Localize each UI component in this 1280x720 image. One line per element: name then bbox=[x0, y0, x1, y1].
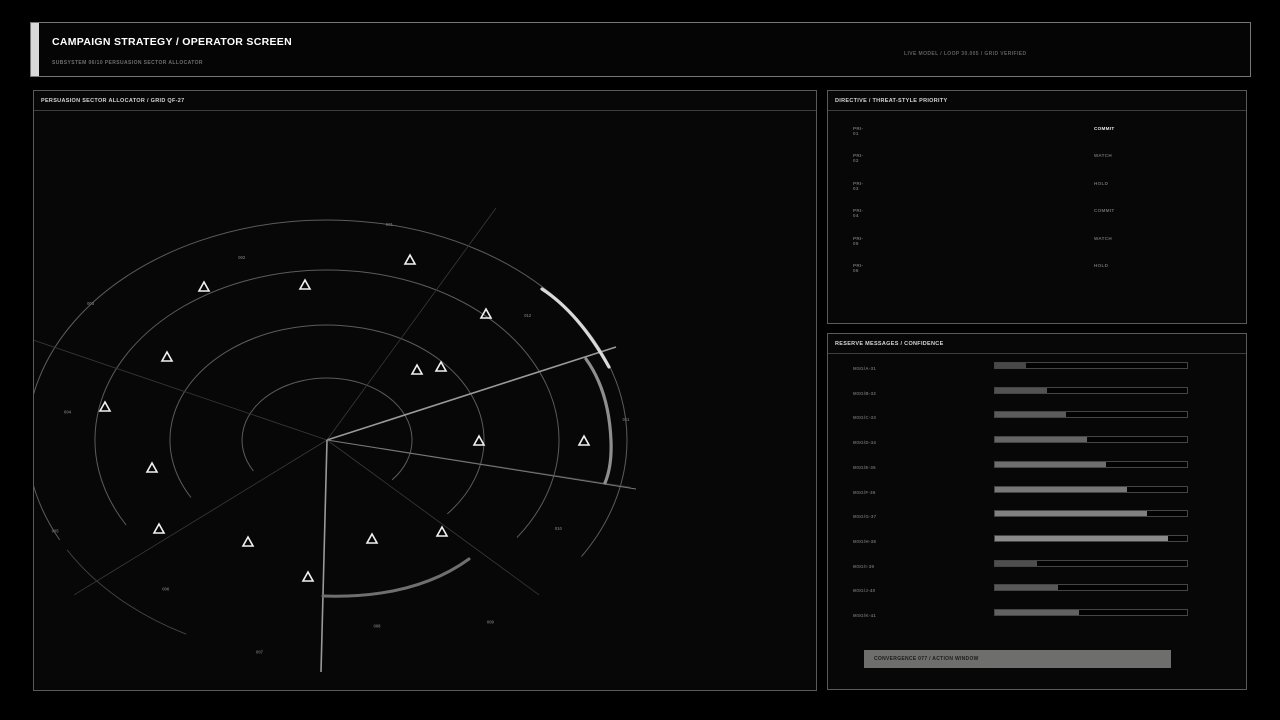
triangle-marker-icon bbox=[160, 350, 174, 362]
sector-label: 004 bbox=[64, 409, 72, 414]
sector-label: 006 bbox=[162, 587, 170, 592]
convergence-action-button[interactable]: CONVERGENCE 077 / ACTION WINDOW bbox=[864, 650, 1171, 668]
sector-label: 002 bbox=[238, 255, 246, 260]
convergence-label: CONVERGENCE 077 / ACTION WINDOW bbox=[874, 656, 979, 662]
message-label: MSG/J-40 bbox=[853, 588, 876, 594]
triangle-marker-icon bbox=[435, 525, 449, 537]
allocation-arc-secondary bbox=[584, 357, 613, 485]
confidence-track bbox=[994, 386, 1188, 394]
directive-row-state: HOLD bbox=[1094, 263, 1109, 268]
triangle-marker-icon bbox=[365, 532, 379, 544]
sector-label: 010 bbox=[555, 526, 563, 531]
directive-row-state: WATCH bbox=[1094, 153, 1112, 159]
triangle-marker-icon bbox=[197, 280, 211, 292]
confidence-track bbox=[994, 436, 1188, 444]
triangle-marker-icon bbox=[98, 400, 112, 412]
message-label: MSG/E-35 bbox=[853, 464, 876, 470]
directive-row-state: COMMIT bbox=[1094, 126, 1115, 131]
header-accent-stripe bbox=[31, 23, 39, 76]
message-label: MSG/G-37 bbox=[853, 514, 877, 520]
message-label: MSG/A-31 bbox=[853, 366, 877, 371]
message-label: MSG/I-39 bbox=[853, 563, 875, 569]
confidence-fill bbox=[995, 535, 1168, 541]
triangle-marker-icon bbox=[410, 363, 424, 375]
confidence-track bbox=[994, 559, 1188, 567]
sector-boundary-line bbox=[320, 439, 328, 673]
confidence-fill bbox=[995, 585, 1059, 591]
directive-row-id: PRI-05 bbox=[853, 235, 864, 246]
page-title: CAMPAIGN STRATEGY / OPERATOR SCREEN bbox=[52, 36, 292, 48]
radar-radial-line bbox=[326, 207, 497, 441]
message-label: MSG/F-36 bbox=[853, 489, 876, 495]
triangle-marker-icon bbox=[152, 522, 166, 534]
radar-ring bbox=[169, 324, 485, 515]
sector-label: 005 bbox=[52, 529, 60, 534]
sector-label: 011 bbox=[623, 417, 630, 422]
radar-radial-line bbox=[34, 339, 328, 441]
triangle-marker-icon bbox=[241, 535, 255, 547]
directive-row-id: PRI-02 bbox=[853, 153, 864, 164]
page-subtitle: SUBSYSTEM 06/10 PERSUASION SECTOR ALLOCA… bbox=[52, 60, 203, 66]
triangle-marker-icon bbox=[472, 434, 486, 446]
sector-label: 001 bbox=[386, 222, 394, 227]
radar-ring bbox=[94, 269, 560, 538]
triangle-marker-icon bbox=[145, 461, 159, 473]
confidence-track bbox=[994, 485, 1188, 493]
directive-row-id: PRI-03 bbox=[853, 180, 864, 191]
allocation-arc-primary bbox=[540, 287, 611, 369]
directive-panel: DIRECTIVE / THREAT-STYLE PRIORITY PRI-01… bbox=[827, 90, 1247, 324]
confidence-fill bbox=[995, 610, 1080, 615]
confidence-fill bbox=[995, 486, 1128, 492]
sector-label: 012 bbox=[524, 313, 532, 318]
confidence-track bbox=[994, 460, 1188, 468]
directive-row-id: PRI-04 bbox=[853, 208, 864, 219]
panel-divider bbox=[828, 110, 1246, 111]
message-label: MSG/B-32 bbox=[853, 390, 877, 396]
directive-row-id: PRI-01 bbox=[853, 126, 864, 136]
directive-row-state: WATCH bbox=[1094, 235, 1112, 241]
sector-label: 008 bbox=[374, 624, 382, 629]
radar-radial-line bbox=[326, 439, 540, 596]
confidence-track bbox=[994, 510, 1188, 518]
confidence-fill bbox=[995, 560, 1038, 566]
triangle-marker-icon bbox=[301, 570, 315, 582]
confidence-track bbox=[994, 411, 1188, 419]
confidence-fill bbox=[995, 511, 1147, 517]
confidence-track bbox=[994, 584, 1188, 592]
confidence-track bbox=[994, 534, 1188, 542]
confidence-fill bbox=[995, 363, 1026, 368]
sector-boundary-line bbox=[326, 346, 617, 441]
allocation-arc-tertiary bbox=[321, 557, 471, 598]
triangle-marker-icon bbox=[403, 253, 417, 265]
reserve-panel-title: RESERVE MESSAGES / CONFIDENCE bbox=[835, 341, 944, 347]
triangle-marker-icon bbox=[577, 434, 591, 446]
radar-radial-line bbox=[73, 439, 328, 596]
confidence-track bbox=[994, 609, 1188, 616]
reserve-messages-panel: RESERVE MESSAGES / CONFIDENCE MSG/A-31 MS… bbox=[827, 333, 1247, 690]
message-label: MSG/D-34 bbox=[853, 440, 877, 446]
triangle-marker-icon bbox=[298, 278, 312, 290]
panel-divider bbox=[828, 353, 1246, 354]
sector-label: 003 bbox=[87, 301, 95, 306]
confidence-fill bbox=[995, 387, 1047, 393]
confidence-fill bbox=[995, 461, 1107, 467]
directive-panel-title: DIRECTIVE / THREAT-STYLE PRIORITY bbox=[835, 98, 948, 104]
directive-row-id: PRI-06 bbox=[853, 263, 864, 273]
message-label: MSG/K-41 bbox=[853, 613, 877, 618]
sector-label: 009 bbox=[487, 620, 495, 625]
confidence-fill bbox=[995, 437, 1088, 443]
message-label: MSG/H-38 bbox=[853, 538, 877, 544]
confidence-track bbox=[994, 362, 1188, 369]
status-readout: LIVE MODEL / LOOP 30.005 / GRID VERIFIED bbox=[904, 51, 1027, 57]
header-bar: CAMPAIGN STRATEGY / OPERATOR SCREEN SUBS… bbox=[30, 22, 1251, 77]
directive-row-state: COMMIT bbox=[1094, 208, 1115, 214]
sector-boundary-line bbox=[326, 439, 637, 490]
sector-label: 007 bbox=[256, 649, 264, 654]
confidence-fill bbox=[995, 412, 1067, 418]
sector-allocator-panel: PERSUASION SECTOR ALLOCATOR / GRID QF-27… bbox=[33, 90, 817, 691]
radar-ring bbox=[34, 219, 628, 557]
directive-row-state: HOLD bbox=[1094, 180, 1109, 186]
message-label: MSG/C-33 bbox=[853, 415, 877, 421]
radar-plot[interactable]: 001 002 003 004 005 006 007 008 009 010 011 012 bbox=[34, 91, 816, 690]
